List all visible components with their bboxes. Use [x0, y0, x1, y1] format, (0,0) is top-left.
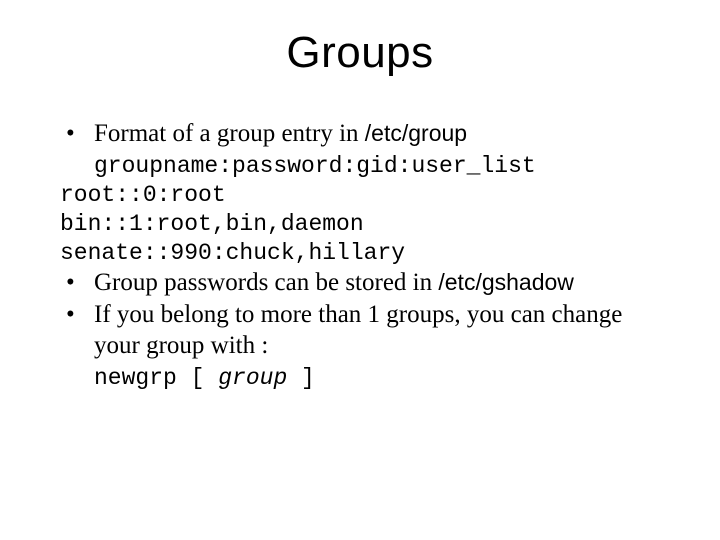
example-root: root::0:root: [60, 181, 660, 210]
bullet-format: Format of a group entry in /etc/group: [60, 118, 660, 149]
format-syntax-line: groupname:password:gid:user_list: [60, 149, 660, 181]
slide-title: Groups: [60, 28, 660, 78]
newgrp-cmd: newgrp [: [94, 365, 218, 391]
bullet-newgrp-text: If you belong to more than 1 groups, you…: [94, 301, 622, 359]
newgrp-syntax-line: newgrp [ group ]: [60, 361, 660, 393]
slide-body: Format of a group entry in /etc/group gr…: [60, 118, 660, 393]
slide: Groups Format of a group entry in /etc/g…: [0, 0, 720, 540]
newgrp-arg: group: [218, 365, 287, 391]
bullet-gshadow: Group passwords can be stored in /etc/gs…: [60, 267, 660, 298]
bullet-gshadow-text: Group passwords can be stored in: [94, 269, 438, 296]
path-etc-gshadow: /etc/gshadow: [438, 269, 574, 295]
example-lines: root::0:root bin::1:root,bin,daemon sena…: [60, 181, 660, 267]
path-etc-group: /etc/group: [365, 120, 467, 146]
format-syntax: groupname:password:gid:user_list: [94, 153, 536, 179]
example-senate: senate::990:chuck,hillary: [60, 239, 660, 268]
example-bin: bin::1:root,bin,daemon: [60, 210, 660, 239]
newgrp-end: ]: [287, 365, 315, 391]
bullet-newgrp: If you belong to more than 1 groups, you…: [60, 299, 660, 362]
bullet-format-text: Format of a group entry in: [94, 120, 365, 147]
